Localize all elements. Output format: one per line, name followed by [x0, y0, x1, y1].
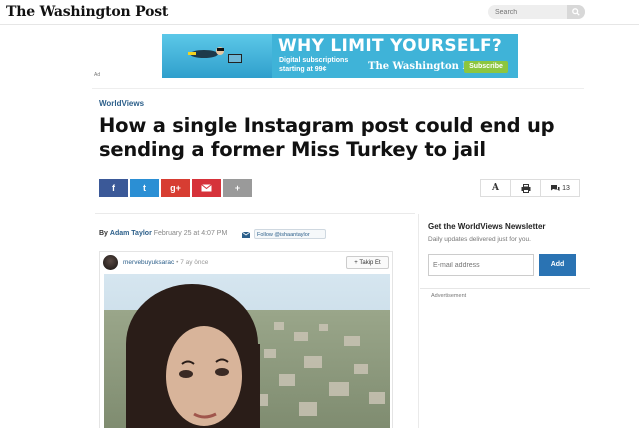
ad-subtext: Digital subscriptions	[279, 57, 349, 64]
twitter-follow-button[interactable]: Follow @ishaantaylor	[254, 229, 326, 239]
divider	[420, 288, 590, 289]
article-title: How a single Instagram post could end up…	[99, 114, 555, 161]
site-logo[interactable]: The Washington Post	[6, 4, 168, 20]
email-share-button[interactable]	[192, 179, 221, 197]
instagram-follow-button[interactable]: + Takip Et	[346, 256, 389, 269]
googleplus-icon: g+	[170, 183, 181, 193]
subscribe-button[interactable]: Subscribe	[464, 61, 508, 73]
diver-illustration	[188, 47, 242, 63]
newsletter-title: Get the WorldViews Newsletter	[428, 222, 546, 231]
search-input[interactable]	[488, 5, 568, 19]
twitter-follow-label: Follow @ishaantaylor	[257, 232, 310, 238]
comment-icon	[551, 185, 560, 191]
instagram-username[interactable]: mervebuyuksarac	[123, 259, 174, 266]
print-button[interactable]	[510, 179, 541, 197]
print-icon	[521, 183, 530, 193]
divider	[95, 213, 415, 214]
add-button[interactable]: Add	[539, 254, 576, 276]
twitter-icon: t	[143, 183, 146, 193]
avatar[interactable]	[103, 255, 118, 270]
plus-icon: +	[234, 183, 241, 193]
section-kicker[interactable]: WorldViews	[99, 99, 144, 108]
instagram-user: mervebuyuksarac • 7 ay önce	[123, 259, 208, 266]
comments-button[interactable]: 13	[540, 179, 580, 197]
post-age: • 7 ay önce	[176, 259, 209, 266]
mail-icon	[201, 184, 212, 192]
publish-date: February 25 at 4:07 PM	[153, 230, 228, 237]
more-share-button[interactable]: +	[223, 179, 252, 197]
advertisement-label: Advertisement	[431, 293, 467, 299]
search-box[interactable]	[488, 5, 585, 19]
sidebar-divider	[418, 214, 419, 428]
ad-banner[interactable]: WHY LIMIT YOURSELF? Digital subscription…	[162, 34, 518, 78]
googleplus-share-button[interactable]: g+	[161, 179, 190, 197]
facebook-share-button[interactable]: f	[99, 179, 128, 197]
search-icon[interactable]	[567, 5, 585, 19]
twitter-share-button[interactable]: t	[130, 179, 159, 197]
byline-prefix: By	[99, 230, 108, 237]
email-author-icon[interactable]	[242, 232, 250, 238]
font-size-button[interactable]: A	[480, 179, 511, 197]
instagram-photo[interactable]	[104, 274, 390, 428]
newsletter-description: Daily updates delivered just for you.	[428, 236, 531, 243]
font-icon: A	[492, 183, 499, 193]
comment-count: 13	[562, 184, 570, 192]
byline: By Adam Taylor February 25 at 4:07 PM	[99, 230, 227, 237]
email-field[interactable]	[428, 254, 534, 276]
ad-underwater-image	[162, 34, 272, 78]
ad-label: Ad	[94, 72, 101, 78]
divider	[92, 88, 584, 89]
ad-price: starting at 99¢	[279, 66, 327, 73]
author-link[interactable]: Adam Taylor	[110, 230, 152, 237]
header-divider	[0, 24, 639, 25]
ad-headline: WHY LIMIT YOURSELF?	[278, 36, 503, 56]
facebook-icon: f	[112, 183, 115, 193]
